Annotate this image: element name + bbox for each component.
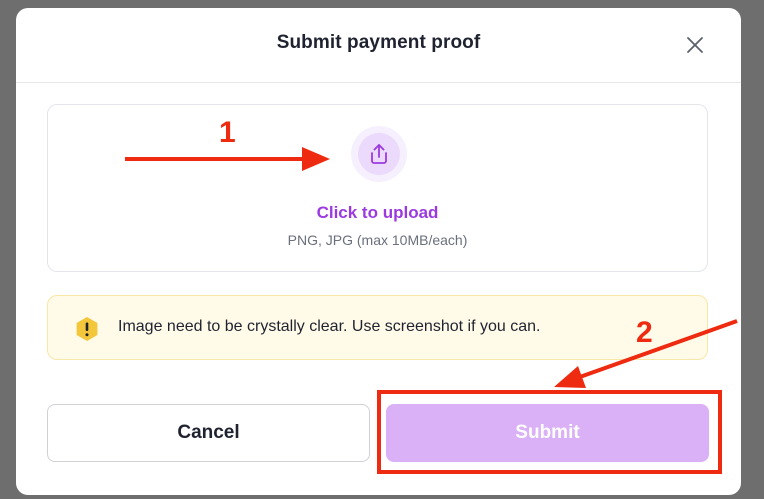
upload-dropzone[interactable]: Click to upload PNG, JPG (max 10MB/each) — [47, 104, 708, 272]
close-icon — [687, 37, 703, 53]
upload-icon — [371, 144, 387, 164]
dialog-header: Submit payment proof — [16, 8, 741, 83]
upload-icon-ring — [351, 126, 407, 182]
submit-button[interactable]: Submit — [386, 404, 709, 462]
upload-hint: PNG, JPG (max 10MB/each) — [287, 232, 468, 248]
page-backdrop: Submit payment proof Click to upload PNG… — [0, 0, 764, 499]
notice-text: Image need to be crystally clear. Use sc… — [118, 318, 541, 335]
upload-label[interactable]: Click to upload — [48, 203, 707, 223]
close-button[interactable] — [680, 30, 710, 60]
warning-icon — [76, 317, 98, 341]
dialog-title: Submit payment proof — [276, 32, 481, 53]
payment-proof-dialog: Submit payment proof Click to upload PNG… — [16, 8, 741, 495]
cancel-button[interactable]: Cancel — [47, 404, 370, 462]
warning-notice: Image need to be crystally clear. Use sc… — [47, 295, 708, 360]
upload-icon-circle — [358, 133, 400, 175]
